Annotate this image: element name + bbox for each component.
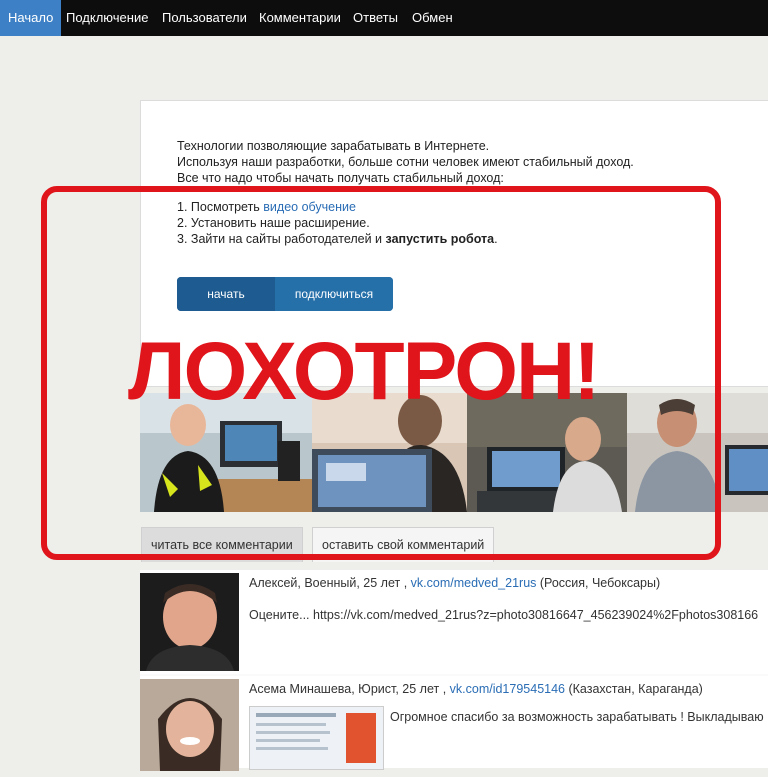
start-button[interactable]: начать [177,277,275,311]
step-1-text: 1. Посмотреть [177,200,264,214]
comment-author: Алексей, Военный, 25 лет , vk.com/medved… [249,576,660,590]
comment-author-name: Асема Минашева, Юрист, 25 лет , [249,682,450,696]
nav-item-home[interactable]: Начало [0,0,62,36]
comments-list: Алексей, Военный, 25 лет , vk.com/medved… [140,570,768,771]
intro-line: Технологии позволяющие зарабатывать в Ин… [177,139,490,153]
tab-leave-comment[interactable]: оставить свой комментарий [312,527,495,562]
nav-item-connect[interactable]: Подключение [58,0,156,36]
comment-text: Оцените... https://vk.com/medved_21rus?z… [249,608,759,622]
comment-attachment-image[interactable] [249,706,384,770]
comment-author-link[interactable]: vk.com/medved_21rus [411,576,537,590]
comment-author-link[interactable]: vk.com/id179545146 [450,682,565,696]
comment-text: Огромное спасибо за возможность зарабаты… [390,710,764,724]
step-2: 2. Установить наше расширение. [177,216,370,230]
tab-read-all-comments[interactable]: читать все комментарии [141,527,303,562]
nav-item-answers[interactable]: Ответы [345,0,406,36]
top-nav: Начало Подключение Пользователи Коммента… [0,0,768,36]
steps-list: 1. Посмотреть видео обучение 2. Установи… [177,199,498,247]
avatar [140,679,239,777]
step-1: 1. Посмотреть видео обучение [177,199,498,215]
scam-stamp-text: ЛОХОТРОН! [128,326,601,417]
step-3-text: 3. Зайти на сайты работодателей и [177,232,386,246]
connect-button[interactable]: подключиться [275,277,393,311]
intro-line: Все что надо чтобы начать получать стаби… [177,171,504,185]
intro-line: Используя наши разработки, больше сотни … [177,155,634,169]
intro-text: Технологии позволяющие зарабатывать в Ин… [177,138,634,186]
comment-author-location: (Россия, Чебоксары) [536,576,661,590]
comment-author: Асема Минашева, Юрист, 25 лет , vk.com/i… [249,682,703,696]
nav-item-exchange[interactable]: Обмен [404,0,461,36]
start-robot-text: запустить робота [385,232,495,246]
action-button-group: начать подключиться [177,277,393,311]
avatar [140,573,239,671]
list-item: Асема Минашева, Юрист, 25 лет , vk.com/i… [140,676,768,771]
list-item: Алексей, Военный, 25 лет , vk.com/medved… [140,570,768,674]
nav-item-users[interactable]: Пользователи [154,0,255,36]
user-photo [627,393,768,512]
comment-author-location: (Казахстан, Караганда) [565,682,703,696]
step-3-suffix: . [494,232,498,246]
nav-item-comments[interactable]: Комментарии [251,0,349,36]
comment-author-name: Алексей, Военный, 25 лет , [249,576,411,590]
video-tutorial-link[interactable]: видео обучение [263,200,356,214]
step-3: 3. Зайти на сайты работодателей и запуст… [177,231,498,247]
